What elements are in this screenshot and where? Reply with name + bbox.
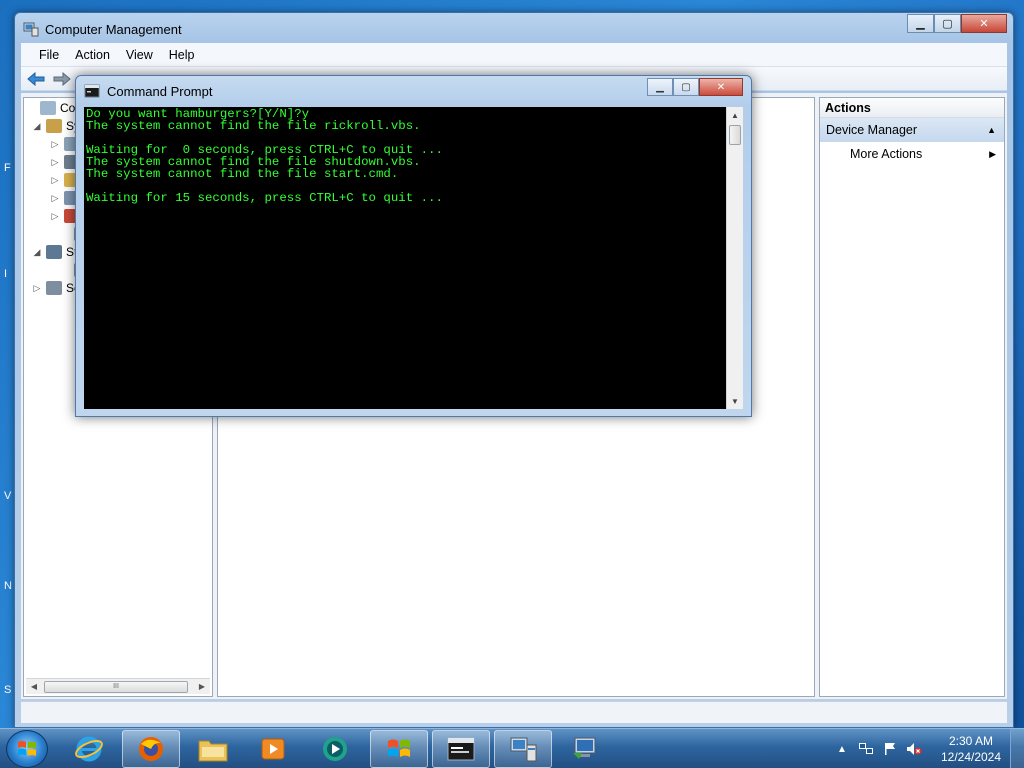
collapse-up-icon[interactable]: ▲	[987, 118, 996, 142]
command-prompt-window[interactable]: Command Prompt ▁ ▢ ✕ Do you want hamburg…	[75, 75, 752, 417]
console-line: Waiting for 15 seconds, press CTRL+C to …	[86, 191, 443, 205]
back-arrow-icon[interactable]	[25, 69, 47, 89]
tree-item[interactable]: ◢ St	[32, 243, 77, 261]
desktop-icon-label: I	[4, 268, 8, 280]
taskbar-file-explorer[interactable]	[184, 730, 242, 768]
menu-action[interactable]: Action	[67, 48, 118, 62]
firefox-icon	[139, 737, 163, 761]
taskbar: ▲ 2:30 AM 12/24/2024	[0, 728, 1024, 768]
actions-pane: Actions Device Manager ▲ More Actions ▶	[819, 97, 1005, 697]
clock-time: 2:30 AM	[948, 734, 994, 748]
console-output[interactable]: Do you want hamburgers?[Y/N]?y The syste…	[84, 107, 726, 409]
horizontal-scrollbar[interactable]: ◀ III ▶	[26, 678, 210, 694]
windows-flag-icon	[388, 739, 410, 757]
desktop-icon-label: S	[4, 684, 12, 696]
close-button[interactable]: ✕	[961, 14, 1007, 33]
windows-logo-icon	[18, 741, 36, 756]
storage-icon	[46, 245, 62, 259]
menu-view[interactable]: View	[118, 48, 161, 62]
submenu-arrow-icon: ▶	[989, 149, 996, 159]
start-button[interactable]	[6, 730, 48, 768]
status-bar	[21, 701, 1007, 723]
tree-item[interactable]: ▷ Se	[32, 279, 81, 297]
cmd-icon	[84, 83, 100, 99]
menu-help[interactable]: Help	[161, 48, 203, 62]
taskbar-windows-explorer[interactable]	[370, 730, 428, 768]
media-center-icon	[323, 737, 347, 761]
taskbar-command-prompt[interactable]	[432, 730, 490, 768]
taskbar-remote-desktop[interactable]	[556, 730, 614, 768]
window-title: Computer Management	[45, 21, 182, 37]
more-actions-item[interactable]: More Actions ▶	[820, 142, 1004, 166]
notification-area: ▲ 2:30 AM 12/24/2024	[830, 729, 1024, 768]
minimize-button[interactable]: ▁	[907, 14, 934, 33]
cmd-title: Command Prompt	[107, 83, 213, 99]
folder-icon	[198, 740, 228, 762]
taskbar-media-center[interactable]	[306, 730, 364, 768]
volume-muted-icon[interactable]	[906, 741, 922, 757]
computer-icon	[40, 101, 56, 115]
window-titlebar[interactable]: Computer Management	[23, 20, 893, 38]
tree-item[interactable]: ◢ Sy	[32, 117, 80, 135]
services-icon	[46, 281, 62, 295]
taskbar-computer-management[interactable]	[494, 730, 552, 768]
menu-bar: File Action View Help	[21, 43, 1007, 67]
show-desktop-button[interactable]	[1010, 729, 1024, 768]
system-clock[interactable]: 2:30 AM 12/24/2024	[932, 733, 1010, 765]
desktop-icon-label: V	[4, 490, 12, 502]
clock-date: 12/24/2024	[940, 750, 1002, 764]
menu-file[interactable]: File	[31, 48, 67, 62]
remote-desktop-icon	[573, 737, 596, 759]
taskbar-internet-explorer[interactable]	[60, 730, 118, 768]
desktop-icon-label: N	[4, 580, 12, 592]
scroll-down-icon[interactable]: ▼	[727, 393, 743, 409]
internet-explorer-icon	[75, 736, 103, 762]
vertical-scrollbar[interactable]: ▲ ▼	[726, 107, 743, 409]
actions-header: Actions	[820, 98, 1004, 118]
system-tools-icon	[46, 119, 62, 133]
console-line: The system cannot find the file rickroll…	[86, 119, 421, 133]
scroll-up-icon[interactable]: ▲	[727, 107, 743, 123]
console-line: The system cannot find the file start.cm…	[86, 167, 399, 181]
actions-section-device-manager[interactable]: Device Manager ▲	[820, 118, 1004, 142]
maximize-button[interactable]: ▢	[934, 14, 961, 33]
scrollbar-thumb[interactable]: III	[44, 681, 188, 693]
computer-management-icon	[23, 21, 39, 37]
scroll-right-icon[interactable]: ▶	[194, 679, 210, 695]
taskbar-media-player[interactable]	[244, 730, 302, 768]
taskbar-firefox[interactable]	[122, 730, 180, 768]
minimize-button[interactable]: ▁	[647, 78, 673, 96]
network-icon[interactable]	[858, 741, 874, 757]
action-center-flag-icon[interactable]	[882, 741, 898, 757]
close-button[interactable]: ✕	[699, 78, 743, 96]
media-player-icon	[261, 738, 285, 760]
scrollbar-thumb[interactable]	[729, 125, 741, 145]
maximize-button[interactable]: ▢	[673, 78, 699, 96]
show-hidden-icons-icon[interactable]: ▲	[834, 741, 850, 757]
computer-management-icon	[510, 737, 537, 762]
cmd-titlebar[interactable]: Command Prompt	[84, 82, 212, 100]
desktop-icon-label: F	[4, 162, 11, 174]
scroll-left-icon[interactable]: ◀	[26, 679, 42, 695]
forward-arrow-icon[interactable]	[51, 69, 73, 89]
command-prompt-icon	[447, 737, 475, 761]
